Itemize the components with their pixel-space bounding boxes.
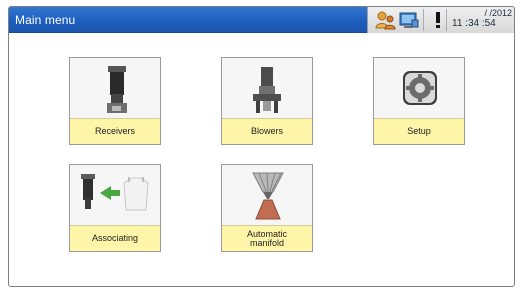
blower-icon: [253, 67, 281, 113]
associating-image: [71, 166, 159, 226]
associating-icon: [81, 174, 149, 211]
receivers-label: Receivers: [70, 118, 160, 144]
gear-icon: [403, 71, 437, 105]
title-bar: Main menu / /2012 11:34:54: [9, 7, 514, 33]
automatic-manifold-button[interactable]: Automatic manifold: [221, 164, 313, 252]
status-panel: / /2012 11 :34 :54: [367, 7, 514, 33]
manifold-icon: [252, 172, 284, 220]
setup-label: Setup: [374, 118, 464, 144]
setup-button[interactable]: Setup: [373, 57, 465, 145]
screen-icon[interactable]: [398, 10, 420, 30]
setup-image: [375, 59, 463, 119]
receiver-icon: [107, 66, 127, 113]
associating-button[interactable]: Associating: [69, 164, 161, 252]
main-menu-screen: Main menu / /2012 11:34:54 Receivers B…: [8, 6, 515, 287]
receivers-button[interactable]: Receivers: [69, 57, 161, 145]
associating-label: Associating: [70, 225, 160, 251]
blowers-image: [223, 59, 311, 119]
time-text: 11 :34 :54: [452, 18, 496, 29]
user-icon[interactable]: [374, 10, 396, 30]
clock-display: / /2012 11 :34 :54: [452, 8, 512, 32]
status-divider: [423, 9, 424, 31]
blowers-button[interactable]: Blowers: [221, 57, 313, 145]
automatic-manifold-label: Automatic manifold: [222, 225, 312, 251]
date-text: / /2012: [484, 8, 512, 18]
status-divider: [446, 9, 447, 31]
blowers-label: Blowers: [222, 118, 312, 144]
window-title: Main menu: [15, 13, 76, 27]
receivers-image: [71, 59, 159, 119]
manifold-image: [223, 166, 311, 226]
